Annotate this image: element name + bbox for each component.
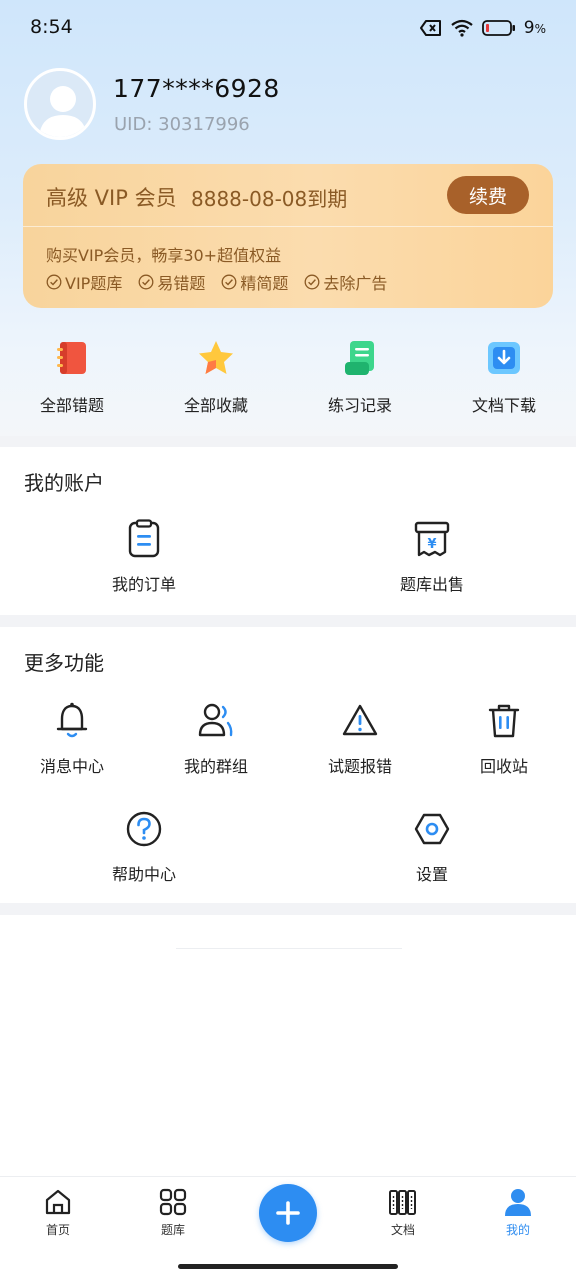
battery-icon: [481, 20, 515, 36]
add-button[interactable]: [259, 1184, 317, 1242]
quick-action-doc-download[interactable]: 文档下载: [432, 338, 576, 428]
star-icon: [199, 341, 233, 374]
record-icon: [345, 341, 374, 375]
notebook-icon: [57, 342, 86, 374]
user-phone: 177****6928: [113, 74, 280, 103]
books-icon: [389, 1190, 416, 1215]
settings-icon: [414, 813, 450, 845]
recycle-bin-button[interactable]: 回收站: [432, 701, 576, 777]
download-icon: [488, 342, 520, 374]
warning-icon: [342, 704, 378, 736]
question-bank-sale-button[interactable]: ¥ 题库出售: [288, 519, 576, 595]
vip-title: 高级 VIP 会员: [46, 186, 177, 210]
order-icon: [128, 519, 160, 558]
sale-icon: ¥: [414, 521, 450, 557]
my-groups-button[interactable]: 我的群组: [144, 701, 288, 777]
group-icon: [198, 703, 233, 737]
trash-icon: [488, 704, 520, 738]
check-circle-icon: [138, 274, 154, 290]
svg-text:¥: ¥: [427, 537, 436, 552]
vip-card[interactable]: 高级 VIP 会员 8888-08-08到期 续费 购买VIP会员，畅享30+超…: [23, 164, 553, 308]
divider-line: [176, 948, 402, 949]
status-icons: 9%: [419, 16, 546, 40]
section-separator: [0, 615, 576, 627]
vip-expire-date: 8888-08-08到期: [191, 187, 348, 211]
bell-icon: [56, 702, 88, 738]
battery-level: 9%: [523, 18, 546, 38]
tab-documents[interactable]: 文档: [345, 1187, 461, 1238]
tab-mine[interactable]: 我的: [460, 1187, 576, 1238]
message-center-button[interactable]: 消息中心: [0, 701, 144, 777]
no-sim-icon: [419, 20, 441, 36]
grid-icon: [159, 1188, 187, 1216]
more-section-title: 更多功能: [24, 651, 104, 675]
status-time: 8:54: [30, 16, 73, 38]
settings-button[interactable]: 设置: [288, 809, 576, 885]
account-section-title: 我的账户: [24, 471, 104, 495]
vip-divider: [23, 226, 553, 227]
account-section: 我的账户 我的订单 ¥ 题库出售: [0, 447, 576, 615]
quick-action-wrong-questions[interactable]: 全部错题: [0, 338, 144, 428]
plus-icon: [276, 1201, 300, 1225]
quick-actions: 全部错题 全部收藏 练习记录 文档下载: [0, 338, 576, 428]
vip-benefit: VIP题库: [46, 270, 122, 294]
section-separator: [0, 903, 576, 915]
vip-description: 购买VIP会员，畅享30+超值权益: [46, 246, 282, 265]
help-icon: [126, 811, 162, 847]
renew-button[interactable]: 续费: [447, 176, 529, 214]
more-section: 更多功能 消息中心 我的群组 试题报错 回收站 帮助中心 设置: [0, 627, 576, 903]
check-circle-icon: [221, 274, 237, 290]
report-error-button[interactable]: 试题报错: [288, 701, 432, 777]
tab-question-bank[interactable]: 题库: [115, 1187, 231, 1238]
help-center-button[interactable]: 帮助中心: [0, 809, 288, 885]
avatar[interactable]: [24, 68, 96, 140]
check-circle-icon: [304, 274, 320, 290]
vip-benefit: 精简题: [221, 270, 288, 294]
wifi-icon: [451, 19, 473, 37]
section-separator: [0, 436, 576, 447]
user-uid: UID: 30317996: [114, 114, 250, 135]
quick-action-favorites[interactable]: 全部收藏: [144, 338, 288, 428]
user-icon: [505, 1189, 531, 1216]
home-indicator: [178, 1264, 398, 1269]
quick-action-practice-records[interactable]: 练习记录: [288, 338, 432, 428]
vip-benefit: 易错题: [138, 270, 205, 294]
vip-benefits: VIP题库 易错题 精简题 去除广告: [46, 270, 387, 294]
status-bar: 8:54 9%: [0, 0, 576, 56]
home-icon: [45, 1189, 71, 1215]
my-orders-button[interactable]: 我的订单: [0, 519, 288, 595]
check-circle-icon: [46, 274, 62, 290]
vip-benefit: 去除广告: [304, 270, 387, 294]
tab-home[interactable]: 首页: [0, 1187, 116, 1238]
